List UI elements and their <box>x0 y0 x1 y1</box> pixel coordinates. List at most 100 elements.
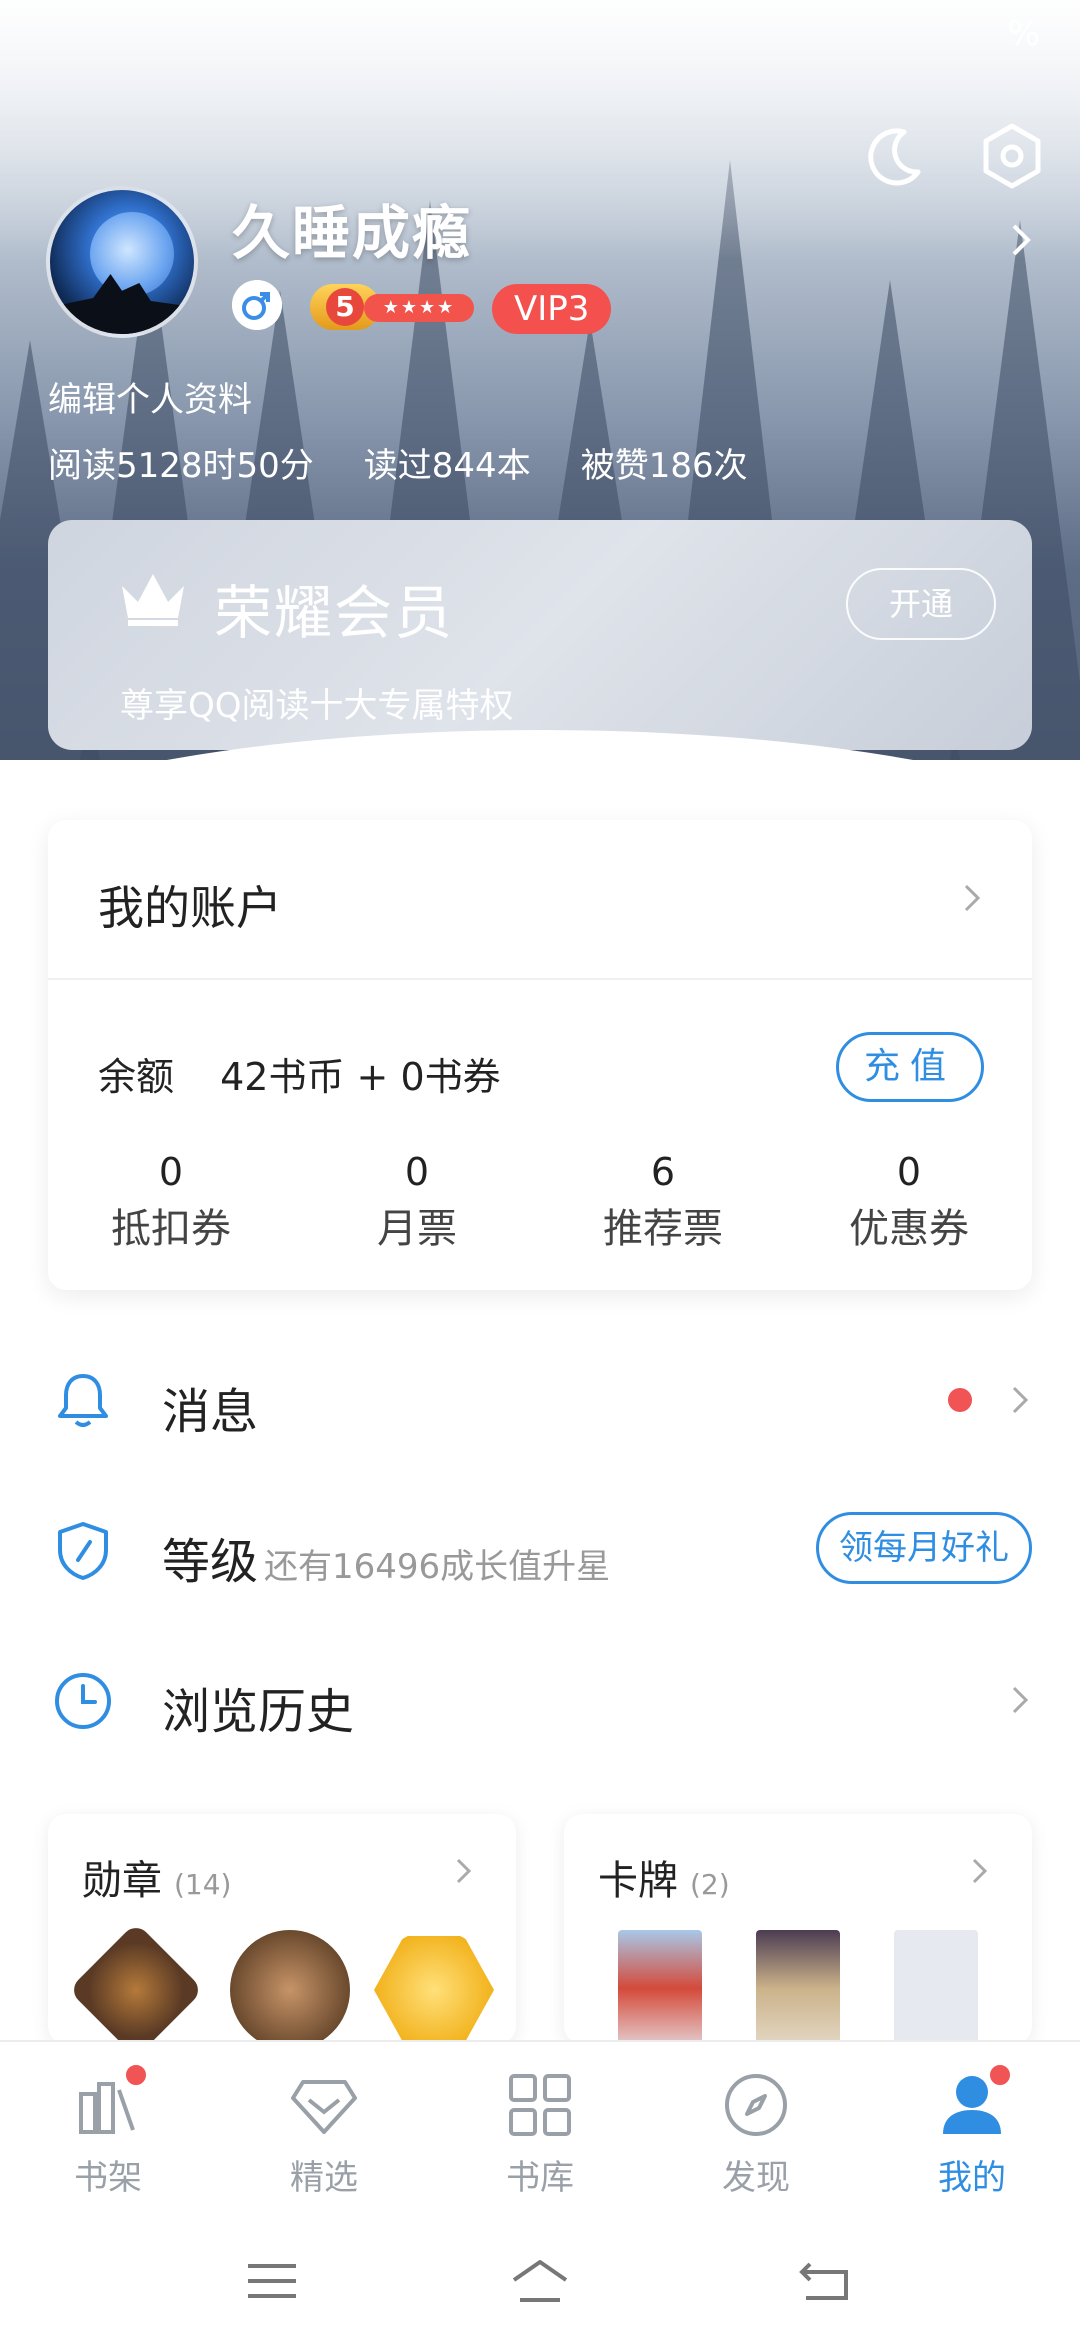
shield-icon <box>58 1522 108 1580</box>
ticket-value: 0 <box>158 1150 184 1194</box>
menu-history[interactable]: 浏览历史 <box>0 1644 1080 1764</box>
tab-icon-wrap <box>71 2062 149 2142</box>
bottom-tab-bar: 书架 精选 书库 发现 我的 <box>0 2040 1080 2240</box>
system-nav-bar <box>0 2230 1080 2340</box>
menu-label: 等级 还有16496成长值升星 <box>162 1522 610 1592</box>
stat-likes: 被赞186次 <box>580 446 748 486</box>
cards-count: (2) <box>690 1868 730 1901</box>
tab-label: 发现 <box>722 2158 790 2198</box>
tab-label: 精选 <box>290 2158 358 2198</box>
stat-books-read: 读过844本 <box>363 446 531 486</box>
chevron-right-icon <box>1012 1686 1029 1714</box>
ticket-monthly[interactable]: 0 月票 <box>317 1150 517 1254</box>
recharge-button[interactable]: 充值 <box>836 1032 984 1102</box>
crown-icon <box>122 574 184 626</box>
menu-level[interactable]: 等级 还有16496成长值升星 领每月好礼 <box>0 1494 1080 1614</box>
tab-icon-wrap <box>287 2068 361 2142</box>
monthly-gift-button[interactable]: 领每月好礼 <box>816 1512 1032 1584</box>
vip-card-subtitle: 尊享QQ阅读十大专属特权 <box>120 686 514 726</box>
divider <box>48 978 1032 980</box>
notification-badge <box>987 2062 1013 2088</box>
menu-label: 浏览历史 <box>162 1684 355 1740</box>
male-gender-icon <box>232 280 282 330</box>
balance-row: 余额 42书币 + 0书券 <box>98 1046 501 1101</box>
edit-profile-link[interactable]: 编辑个人资料 <box>48 372 252 421</box>
ticket-value: 0 <box>896 1150 922 1194</box>
tab-featured[interactable]: 精选 <box>254 2068 394 2199</box>
card-placeholder <box>894 1930 978 2044</box>
chevron-right-icon <box>1012 1386 1029 1414</box>
level-progress-text: 还有16496成长值升星 <box>264 1547 611 1587</box>
status-bar-battery: % <box>1007 14 1040 54</box>
chevron-right-icon <box>456 1858 472 1884</box>
unread-dot <box>948 1388 972 1412</box>
menu-icon[interactable] <box>242 2256 302 2306</box>
medal-icon[interactable] <box>68 1922 204 2044</box>
bell-icon <box>58 1374 108 1427</box>
ticket-label: 月票 <box>377 1206 457 1252</box>
diamond-icon <box>291 2080 357 2134</box>
vip-card-title: 荣耀会员 <box>214 579 455 647</box>
ticket-value: 0 <box>404 1150 430 1194</box>
card-thumbnail[interactable] <box>756 1930 840 2044</box>
open-vip-button[interactable]: 开通 <box>846 568 996 640</box>
back-icon[interactable] <box>796 2256 856 2306</box>
ticket-label: 优惠券 <box>849 1206 969 1252</box>
notification-badge <box>123 2062 149 2088</box>
tab-icon-wrap <box>719 2068 793 2142</box>
level-badge[interactable]: ★★★★ 5 <box>310 284 474 330</box>
chevron-right-icon[interactable] <box>958 884 986 912</box>
vip-badge[interactable]: VIP3 <box>492 284 612 334</box>
medals-title: 勋章 (14) <box>82 1848 231 1906</box>
tab-bookshelf[interactable]: 书架 <box>38 2062 178 2199</box>
account-title[interactable]: 我的账户 <box>98 872 282 938</box>
clock-icon <box>55 1673 111 1729</box>
balance-label: 余额 <box>98 1055 175 1099</box>
home-icon[interactable] <box>510 2256 570 2306</box>
ticket-coupon[interactable]: 0 优惠券 <box>809 1150 1009 1254</box>
account-card: 我的账户 余额 42书币 + 0书券 充值 0 抵扣券 0 月票 6 推荐票 0… <box>48 820 1032 1290</box>
medals-card[interactable]: 勋章 (14) <box>48 1814 516 2044</box>
medal-icon[interactable] <box>230 1930 350 2044</box>
reading-stats: 阅读5128时50分 读过844本 被赞186次 <box>48 438 748 487</box>
ticket-label: 推荐票 <box>603 1206 723 1252</box>
medals-count: (14) <box>174 1868 232 1901</box>
compass-icon <box>725 2074 787 2136</box>
avatar[interactable] <box>46 186 198 338</box>
tickets-row: 0 抵扣券 0 月票 6 推荐票 0 优惠券 <box>48 1150 1032 1254</box>
avatar-moon <box>90 212 174 296</box>
card-thumbnail[interactable] <box>618 1930 702 2044</box>
level-badge-stars: ★★★★ <box>364 294 474 322</box>
menu-label: 消息 <box>162 1384 259 1440</box>
grid-icon <box>509 2074 571 2136</box>
settings-icon[interactable] <box>976 120 1048 192</box>
medals-label: 勋章 <box>82 1858 162 1904</box>
tab-discover[interactable]: 发现 <box>686 2068 826 2199</box>
stat-read-time: 阅读5128时50分 <box>48 446 314 486</box>
balance-value: 42书币 + 0书券 <box>220 1055 501 1099</box>
ticket-value: 6 <box>650 1150 676 1194</box>
tab-label: 书库 <box>506 2158 574 2198</box>
ticket-deduction[interactable]: 0 抵扣券 <box>71 1150 271 1254</box>
ticket-label: 抵扣券 <box>111 1206 231 1252</box>
tab-label: 书架 <box>74 2158 142 2198</box>
medal-icon[interactable] <box>374 1936 494 2044</box>
profile-header: % 久睡成瘾 ★★★★ 5 VIP3 编辑个人资料 阅读5128时50分 读过8… <box>0 0 1080 760</box>
cards-card[interactable]: 卡牌 (2) <box>564 1814 1032 2044</box>
tab-icon-wrap <box>935 2062 1013 2142</box>
username: 久睡成瘾 <box>232 199 473 267</box>
menu-messages[interactable]: 消息 <box>0 1344 1080 1464</box>
cards-title: 卡牌 (2) <box>598 1848 730 1906</box>
cards-label: 卡牌 <box>598 1858 678 1904</box>
level-badge-number: 5 <box>326 288 364 326</box>
tab-label: 我的 <box>938 2158 1006 2198</box>
chevron-right-icon[interactable] <box>1000 220 1040 260</box>
ticket-recommend[interactable]: 6 推荐票 <box>563 1150 763 1254</box>
chevron-right-icon <box>972 1858 988 1884</box>
tab-library[interactable]: 书库 <box>470 2068 610 2199</box>
honor-vip-card[interactable]: 荣耀会员 尊享QQ阅读十大专属特权 开通 <box>48 520 1032 750</box>
tab-me[interactable]: 我的 <box>902 2062 1042 2199</box>
night-mode-icon[interactable] <box>858 120 930 192</box>
tab-icon-wrap <box>503 2068 577 2142</box>
level-label: 等级 <box>162 1534 259 1590</box>
